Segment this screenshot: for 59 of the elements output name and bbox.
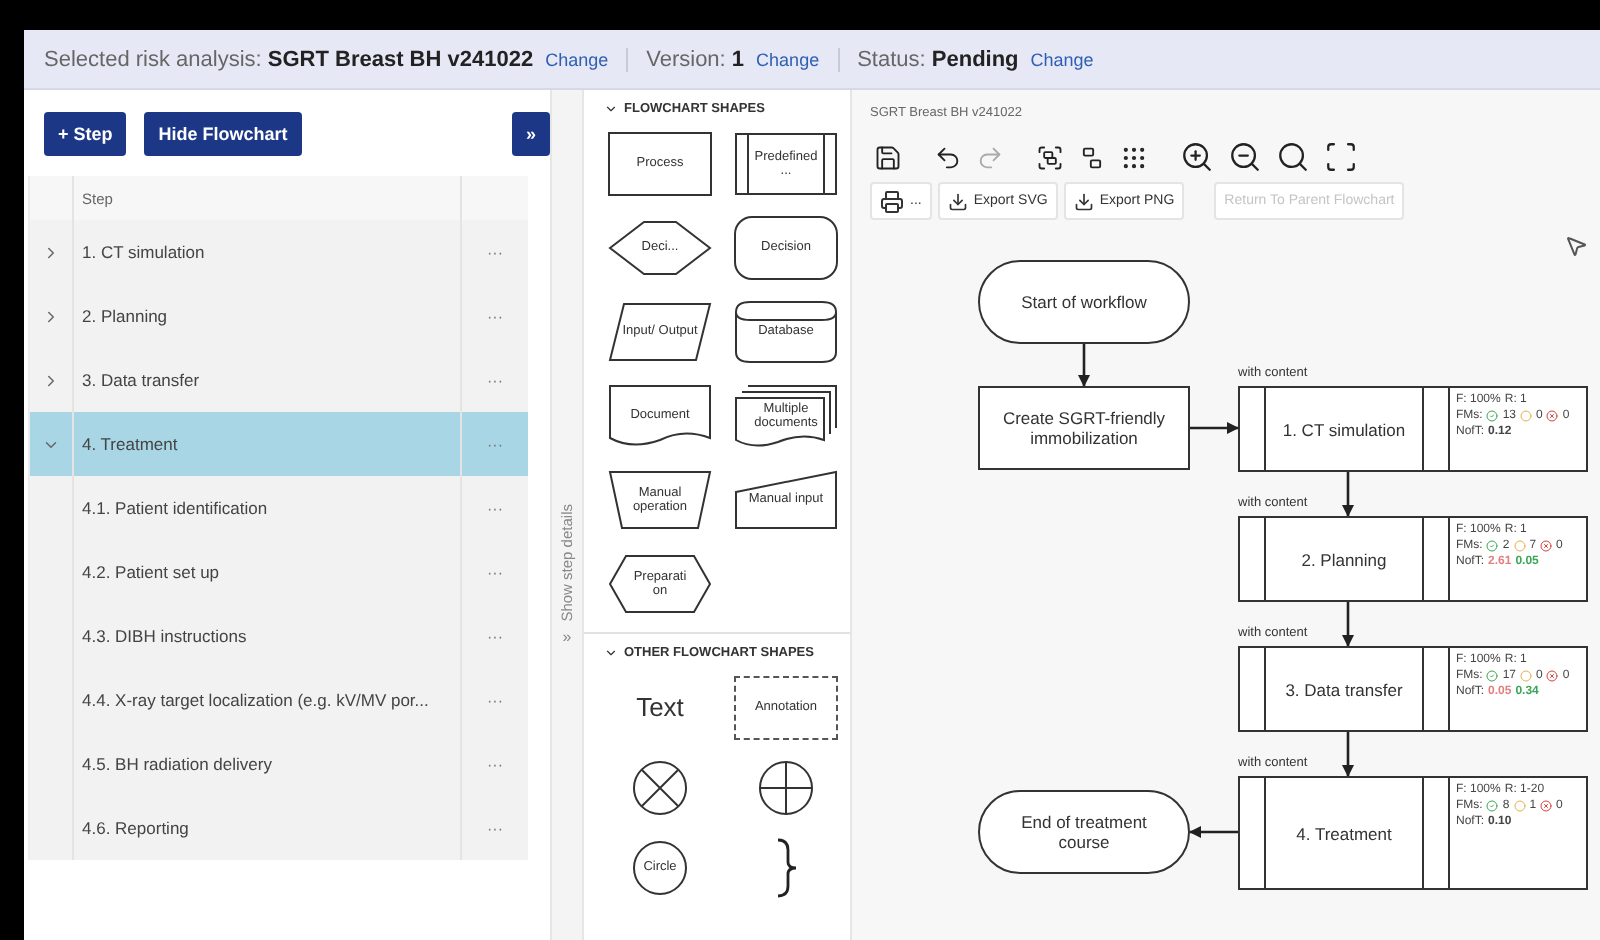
connector-arrow (1342, 732, 1354, 777)
x-circle-icon (1546, 670, 1559, 682)
more-menu[interactable]: ··· (460, 796, 528, 860)
chevron-right-icon[interactable] (42, 307, 60, 325)
connector-arrow (1342, 602, 1354, 647)
change-link[interactable]: Change (545, 49, 609, 69)
circle-icon (1513, 540, 1526, 552)
check-circle-icon (1486, 800, 1499, 812)
step-title: 1. CT simulation (1266, 388, 1424, 470)
fullscreen-icon (1324, 140, 1358, 174)
add-step-button[interactable]: + Step (44, 111, 127, 155)
header-field: Version: 1 (646, 47, 745, 71)
zoom-out-icon (1228, 140, 1262, 174)
undo-icon (934, 143, 962, 171)
step-title: 3. Data transfer (1266, 648, 1424, 730)
check-circle-icon (1486, 540, 1499, 552)
text-shape[interactable]: Text (608, 676, 712, 740)
header-field: Status: Pending (857, 47, 1019, 71)
change-link[interactable]: Change (756, 49, 820, 69)
x-circle-icon (1540, 540, 1553, 552)
check-circle-icon (1486, 670, 1499, 682)
terminal-node: Start of workflow (978, 260, 1190, 344)
grid-icon (1120, 143, 1148, 171)
step-title: 4. Treatment (1266, 778, 1424, 888)
table-row[interactable]: 1. CT simulation ··· (30, 220, 528, 284)
header-field: Selected risk analysis: SGRT Breast BH v241022 (44, 47, 534, 71)
step-name: 4.6. Reporting (72, 796, 460, 860)
change-link[interactable]: Change (1030, 49, 1094, 69)
step-title: 2. Planning (1266, 518, 1424, 600)
chevron-down-icon[interactable] (604, 646, 618, 660)
check-circle-icon (1486, 410, 1499, 422)
redo-icon (976, 143, 1004, 171)
download-icon (1073, 191, 1094, 211)
search-icon (1276, 140, 1310, 174)
x-circle-icon (1546, 410, 1559, 422)
table-row[interactable]: 2. Planning ··· (30, 284, 528, 348)
table-row[interactable]: 3. Data transfer ··· (30, 348, 528, 412)
circle-icon (1513, 800, 1526, 812)
process-node: Create SGRT-friendly immobilization (978, 386, 1190, 470)
connector-arrow (1078, 344, 1090, 387)
chevron-right-icon[interactable] (42, 371, 60, 389)
x-circle-icon (1540, 800, 1553, 812)
chevron-down-icon[interactable] (604, 102, 618, 116)
ungroup-icon (1078, 143, 1106, 171)
chevron-right-icon[interactable] (42, 243, 60, 261)
mouse-cursor-icon (1564, 234, 1588, 258)
printer-icon (880, 189, 904, 213)
connector-arrow (1189, 826, 1238, 838)
connector-arrow (1190, 422, 1239, 434)
save-icon (874, 143, 902, 171)
group-icon (1036, 143, 1064, 171)
circle-icon (1520, 410, 1533, 422)
expand-button[interactable]: » (511, 111, 550, 155)
circle-icon (1520, 670, 1533, 682)
zoom-in-icon (1180, 140, 1214, 174)
hide-flowchart-button[interactable]: Hide Flowchart (144, 111, 302, 155)
connector-arrow (1342, 472, 1354, 517)
download-icon (947, 191, 968, 211)
terminal-node: End of treatment course (978, 790, 1190, 874)
